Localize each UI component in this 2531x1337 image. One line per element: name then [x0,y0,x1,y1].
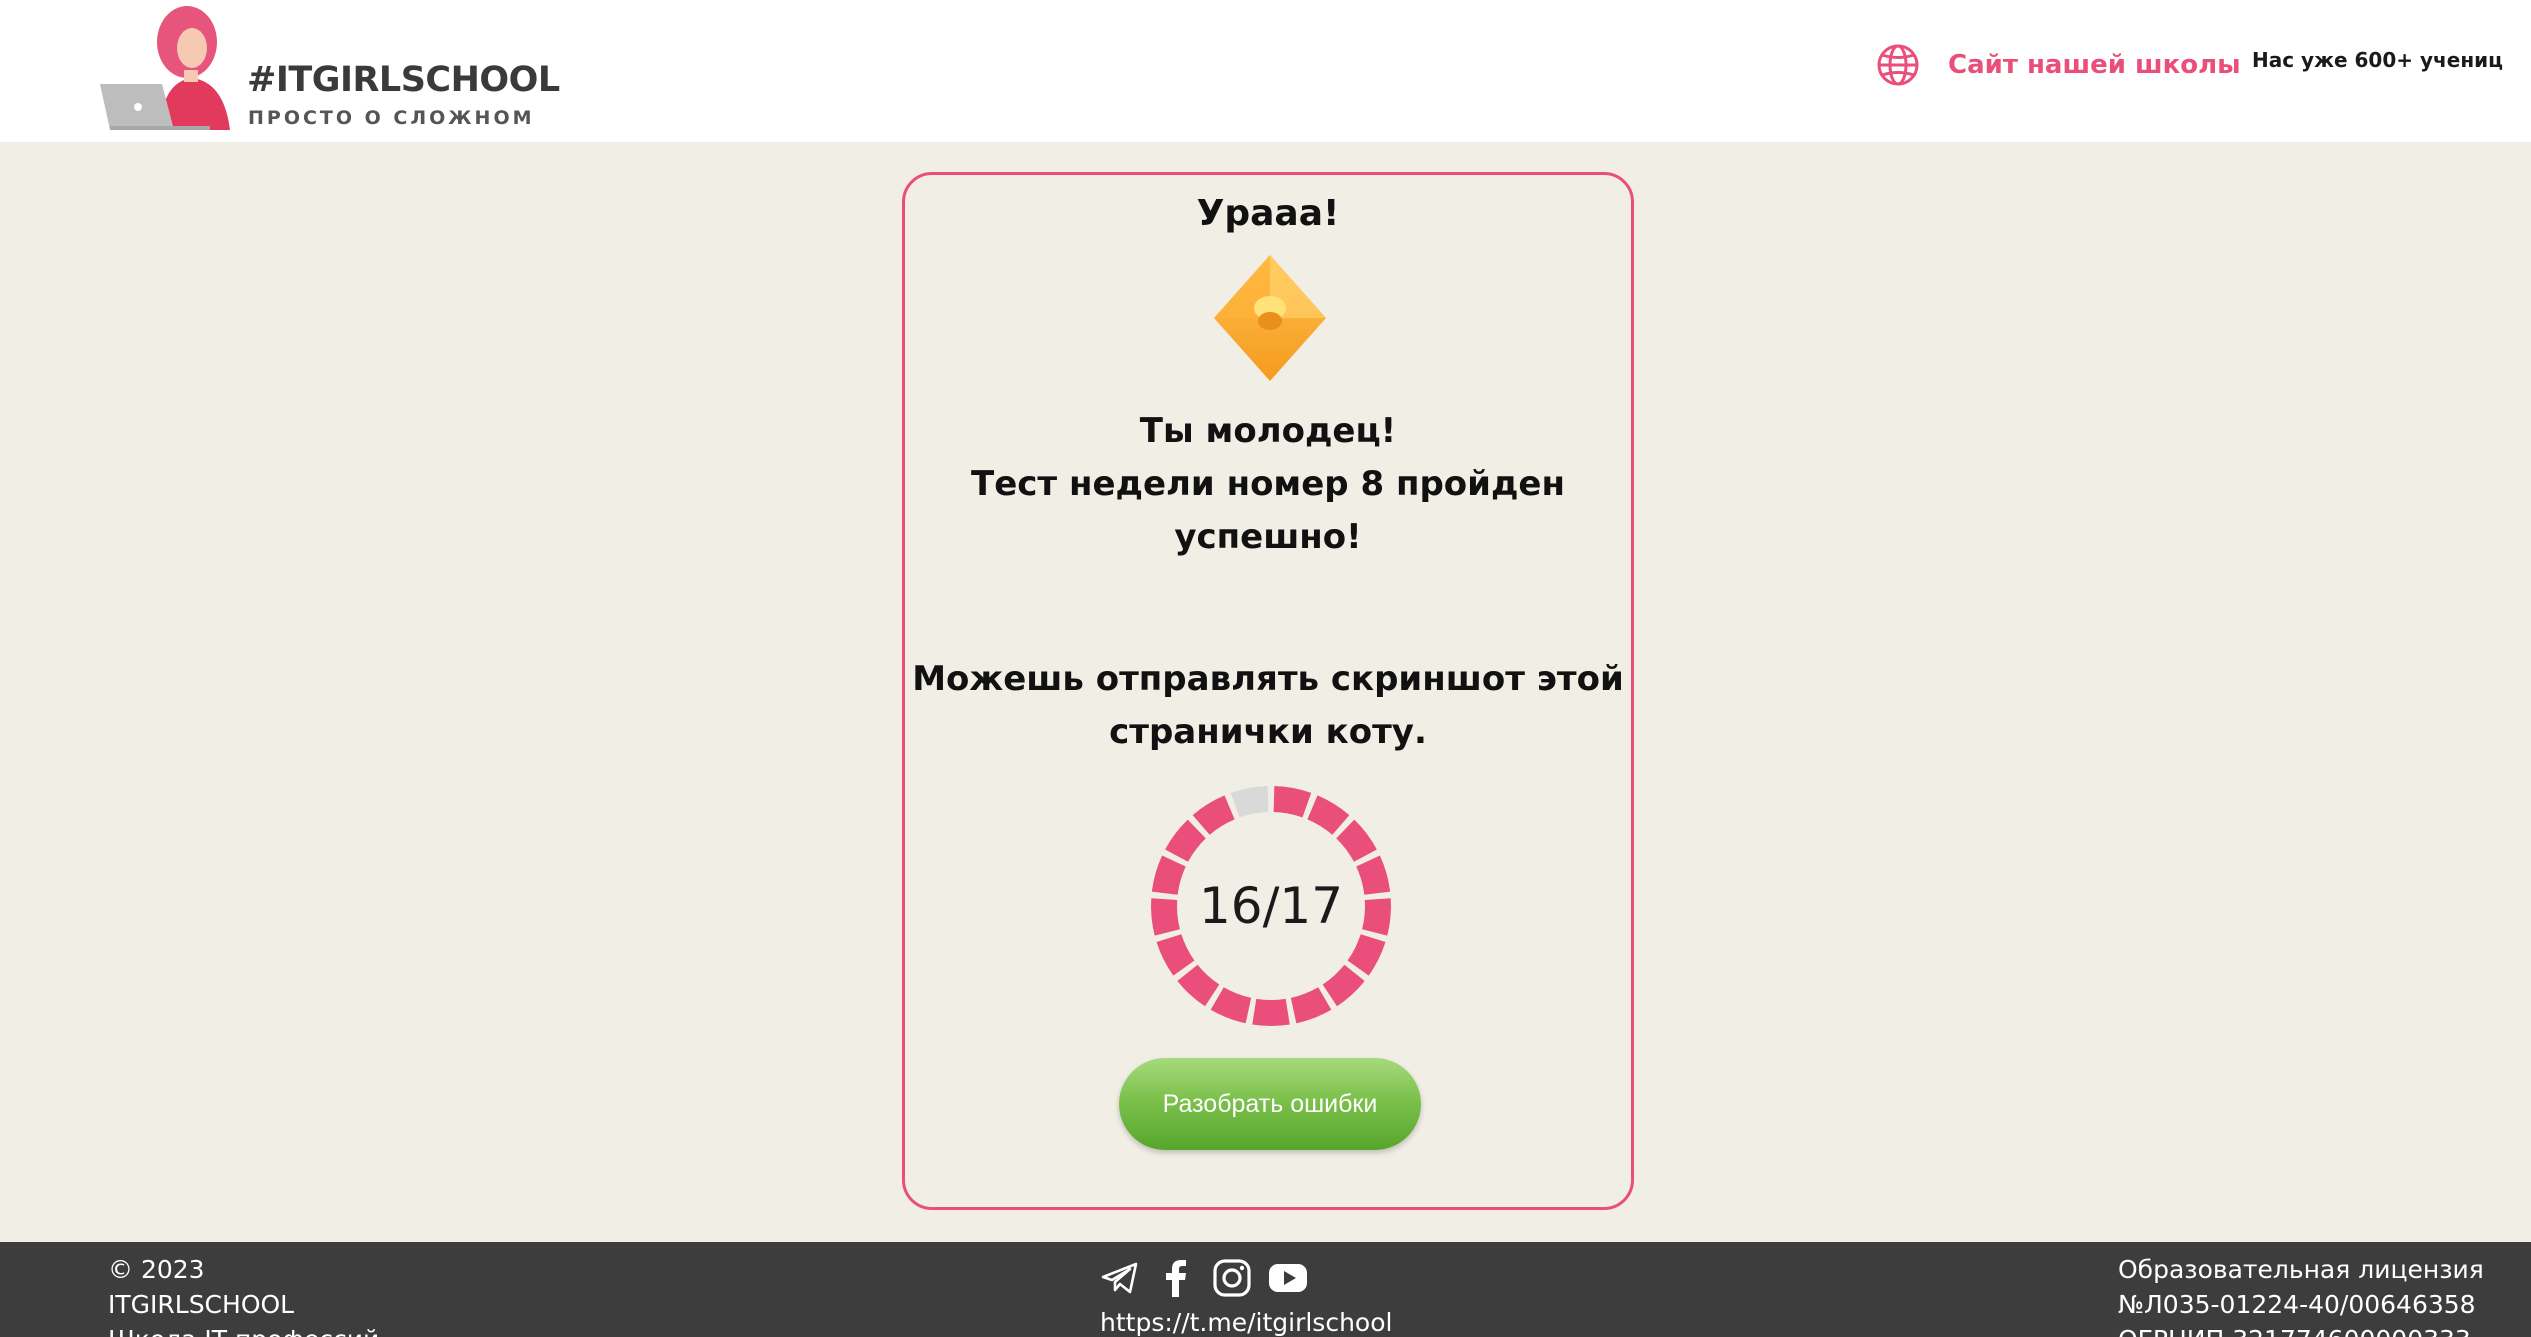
telegram-icon[interactable] [1100,1258,1140,1298]
school-description: Школа IT профессий [108,1322,379,1337]
company-name: ITGIRLSCHOOL [108,1290,295,1319]
brand-logo[interactable]: #ITGIRLSCHOOL ПРОСТО О СЛОЖНОМ [100,4,560,134]
send-line2: странички коту. [1109,712,1427,752]
crystal-icon [1214,255,1326,381]
logo-girl-figure [100,6,230,130]
site-header: #ITGIRLSCHOOL ПРОСТО О СЛОЖНОМ Сайт наше… [0,0,2531,142]
review-mistakes-button[interactable]: Разобрать ошибки [1119,1058,1421,1150]
facebook-icon[interactable] [1156,1258,1196,1298]
footer-license-info: Образовательная лицензия №Л035-01224-40/… [2118,1252,2484,1337]
brand-name: #ITGIRLSCHOOL [247,60,560,100]
license-line2: №Л035-01224-40/00646358 [2118,1290,2476,1319]
score-text: 16/17 [1198,877,1344,935]
hurray-heading: Урааа! [1196,193,1340,234]
brand-tagline: ПРОСТО О СЛОЖНОМ [248,107,535,129]
license-line3: ОГРНИП 321774600000333 [2118,1322,2484,1337]
send-line1: Можешь отправлять скриншот этой [912,659,1624,699]
site-footer: © 2023 ITGIRLSCHOOL Школа IT профессий [0,1242,2531,1337]
students-count-text: Нас уже 600+ учениц [2252,48,2503,72]
test-passed-line2: успешно! [1174,517,1362,557]
youtube-icon[interactable] [1268,1258,1308,1298]
test-passed-line1: Тест недели номер 8 пройден [971,464,1565,504]
globe-icon [1877,44,1919,86]
school-site-link-label: Сайт нашей школы [1948,50,2241,80]
well-done-text: Ты молодец! [1139,411,1397,451]
instagram-icon[interactable] [1212,1258,1252,1298]
social-links [1100,1258,1308,1298]
send-screenshot-message: Можешь отправлять скриншот этой страничк… [905,653,1631,759]
telegram-link[interactable]: https://t.me/itgirlschool [1100,1308,1392,1337]
footer-company-info: © 2023 ITGIRLSCHOOL Школа IT профессий [108,1252,379,1337]
license-line1: Образовательная лицензия [2118,1255,2484,1284]
success-message: Ты молодец! Тест недели номер 8 пройден … [905,405,1631,564]
copyright-text: © 2023 [108,1255,205,1284]
result-card: Урааа! Ты молодец! Тест недели номер 8 п… [902,172,1634,1210]
school-site-link[interactable]: Сайт нашей школы [1876,40,2241,90]
